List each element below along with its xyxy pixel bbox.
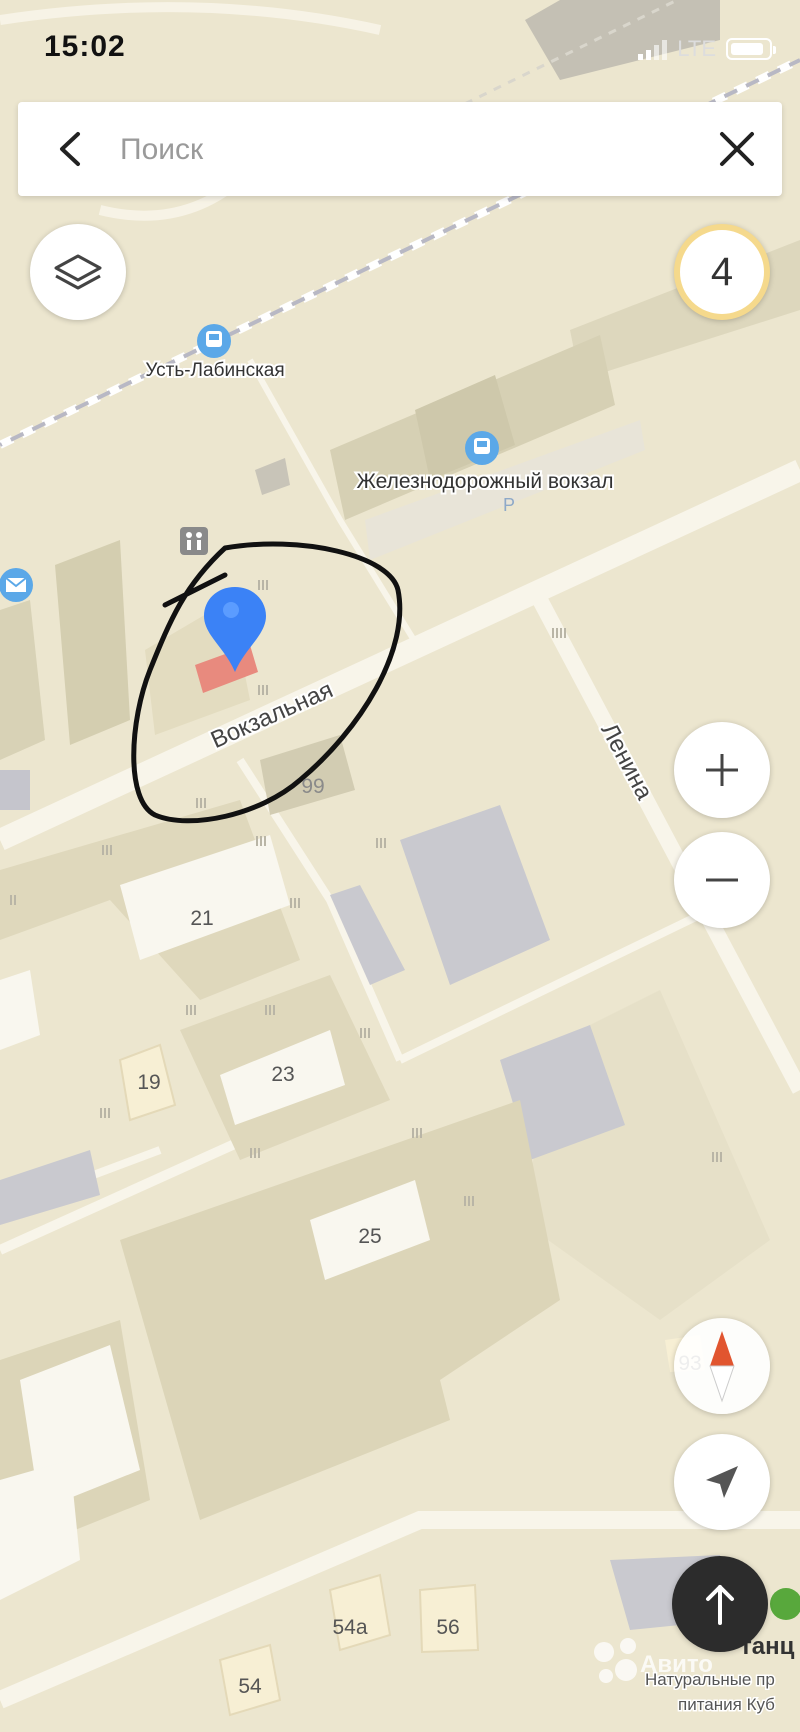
house-number-21: 21	[190, 907, 213, 930]
zoom-out-button[interactable]	[674, 832, 770, 928]
house-number-54: 54	[238, 1675, 262, 1698]
train-station-icon	[465, 431, 499, 465]
back-arrow-icon[interactable]	[48, 126, 94, 172]
tram-stop-icon	[197, 324, 231, 358]
mail-icon	[0, 568, 33, 602]
signal-icon	[638, 38, 668, 60]
battery-icon	[726, 38, 776, 60]
compass-icon	[709, 1331, 735, 1403]
house-number-23: 23	[271, 1063, 294, 1086]
house-number-25: 25	[358, 1225, 381, 1248]
compass-button[interactable]	[674, 1318, 770, 1414]
network-type: LTE	[677, 36, 716, 61]
zoom-in-button[interactable]	[674, 722, 770, 818]
search-bar	[18, 102, 782, 196]
house-number-54a: 54а	[332, 1616, 367, 1639]
traffic-level-button[interactable]: 4	[674, 224, 770, 320]
layers-icon	[54, 254, 102, 290]
traffic-level-value: 4	[710, 249, 734, 294]
poi-label-ust-labinskaya: Усть-Лабинская	[145, 360, 284, 381]
house-number-56: 56	[436, 1616, 459, 1639]
route-button[interactable]	[672, 1556, 768, 1652]
close-icon[interactable]	[714, 126, 760, 172]
search-input[interactable]	[118, 120, 682, 180]
avito-watermark-text: Авито	[640, 1651, 713, 1678]
house-number-19: 19	[137, 1071, 160, 1094]
status-time: 15:02	[44, 30, 126, 63]
poi-label-station: Железнодорожный вокзал	[357, 470, 614, 493]
my-location-button[interactable]	[674, 1434, 770, 1530]
route-up-arrow-icon	[706, 1585, 734, 1625]
poi-label-natural-products-2: питания Куб	[678, 1695, 775, 1714]
status-indicators: LTE	[638, 36, 776, 62]
toilet-icon	[180, 527, 208, 555]
minus-icon	[706, 878, 738, 882]
layers-button[interactable]	[30, 224, 126, 320]
plus-icon	[706, 754, 738, 786]
parking-label: Р	[503, 495, 515, 515]
house-number-99: 99	[301, 775, 324, 798]
location-arrow-icon	[706, 1466, 738, 1498]
